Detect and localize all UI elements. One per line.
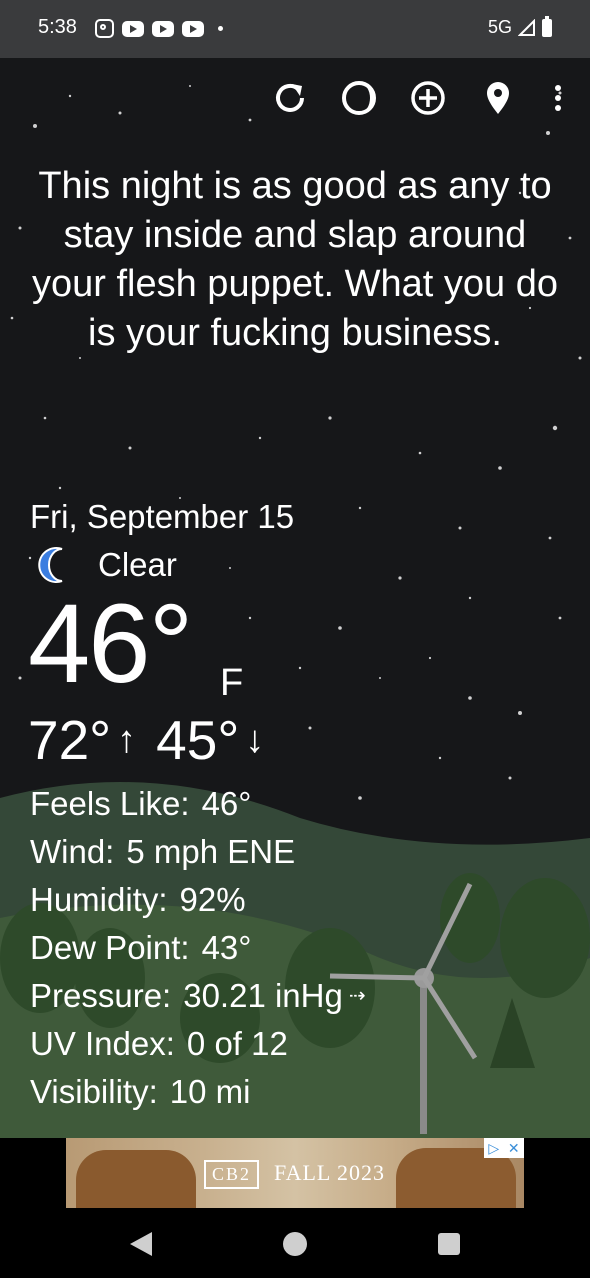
network-label: 5G: [487, 17, 512, 37]
system-status: 5G: [487, 15, 552, 38]
current-temperature[interactable]: 46°: [28, 588, 193, 700]
detail-value: 92%: [179, 881, 246, 918]
status-time: 5:38: [38, 16, 77, 38]
detail-value: 43°: [201, 929, 252, 966]
detail-value: 30.21 inHg: [183, 977, 343, 1014]
weather-message: This night is as good as any to stay ins…: [32, 165, 558, 354]
toolbar: [0, 78, 590, 122]
battery-icon: [542, 15, 552, 37]
detail-row-visibility: Visibility: 10 mi: [30, 1068, 366, 1116]
ad-choices-icon[interactable]: ▷: [488, 1140, 499, 1157]
youtube-icon: [122, 20, 144, 37]
pressure-steady-arrow-icon: ⇢: [348, 985, 366, 1007]
instagram-icon: [95, 19, 114, 38]
notification-icons: [95, 19, 223, 38]
detail-label: Dew Point:: [30, 929, 190, 966]
detail-label: Wind:: [30, 833, 115, 870]
detail-row-dew-point: Dew Point: 43°: [30, 924, 366, 972]
ad-headline: FALL 2023: [274, 1160, 386, 1185]
high-low: 72° ↑ 45° ↓: [28, 708, 278, 772]
detail-row-pressure: Pressure: 30.21 inHg ⇢: [30, 972, 366, 1020]
detail-label: Feels Like:: [30, 785, 190, 822]
moon-phase-icon[interactable]: [339, 78, 379, 118]
condition-label: Clear: [98, 546, 177, 583]
detail-value: 46°: [201, 785, 252, 822]
recent-apps-icon[interactable]: [438, 1233, 460, 1255]
status-bar: 5:38 5G: [0, 0, 590, 58]
forecast-date: Fri, September 15: [30, 498, 295, 535]
youtube-icon: [182, 20, 204, 37]
temperature-unit: F: [220, 662, 244, 704]
detail-row-uv-index: UV Index: 0 of 12: [30, 1020, 366, 1068]
arrow-up-icon: ↑: [117, 718, 137, 761]
detail-row-wind: Wind: 5 mph ENE: [30, 828, 366, 876]
detail-row-humidity: Humidity: 92%: [30, 876, 366, 924]
signal-icon: [518, 18, 535, 36]
detail-label: UV Index:: [30, 1025, 175, 1062]
add-location-icon[interactable]: [408, 78, 448, 118]
detail-label: Visibility:: [30, 1073, 158, 1110]
detail-value: 5 mph ENE: [126, 833, 296, 870]
ad-close-icon[interactable]: ✕: [508, 1140, 520, 1157]
detail-label: Humidity:: [30, 881, 168, 918]
low-temperature: 45°: [156, 709, 240, 771]
weather-details: Feels Like: 46° Wind: 5 mph ENE Humidity: 9…: [30, 780, 366, 1116]
arrow-down-icon: ↓: [245, 718, 265, 761]
condition-row: Clear: [36, 545, 177, 585]
ad-brand-logo: CB2: [204, 1160, 260, 1189]
detail-value: 0 of 12: [186, 1025, 288, 1062]
detail-row-feels-like: Feels Like: 46°: [30, 780, 366, 828]
banner-ad[interactable]: CB2 FALL 2023 ▷ ✕: [66, 1138, 524, 1208]
clear-night-moon-icon: [38, 547, 63, 583]
detail-value: 10 mi: [169, 1073, 251, 1110]
system-nav-bar: [0, 1210, 590, 1278]
overflow-menu-icon[interactable]: [538, 78, 578, 118]
refresh-icon[interactable]: [270, 78, 310, 118]
home-icon[interactable]: [283, 1232, 307, 1256]
youtube-icon: [152, 20, 174, 37]
ad-sofa-image: [76, 1150, 196, 1208]
back-icon[interactable]: [130, 1232, 152, 1256]
detail-label: Pressure:: [30, 977, 172, 1014]
location-pin-icon[interactable]: [478, 78, 518, 118]
ad-choices[interactable]: ▷ ✕: [484, 1138, 524, 1158]
more-notifications-icon: [218, 26, 223, 31]
high-temperature: 72°: [28, 709, 112, 771]
